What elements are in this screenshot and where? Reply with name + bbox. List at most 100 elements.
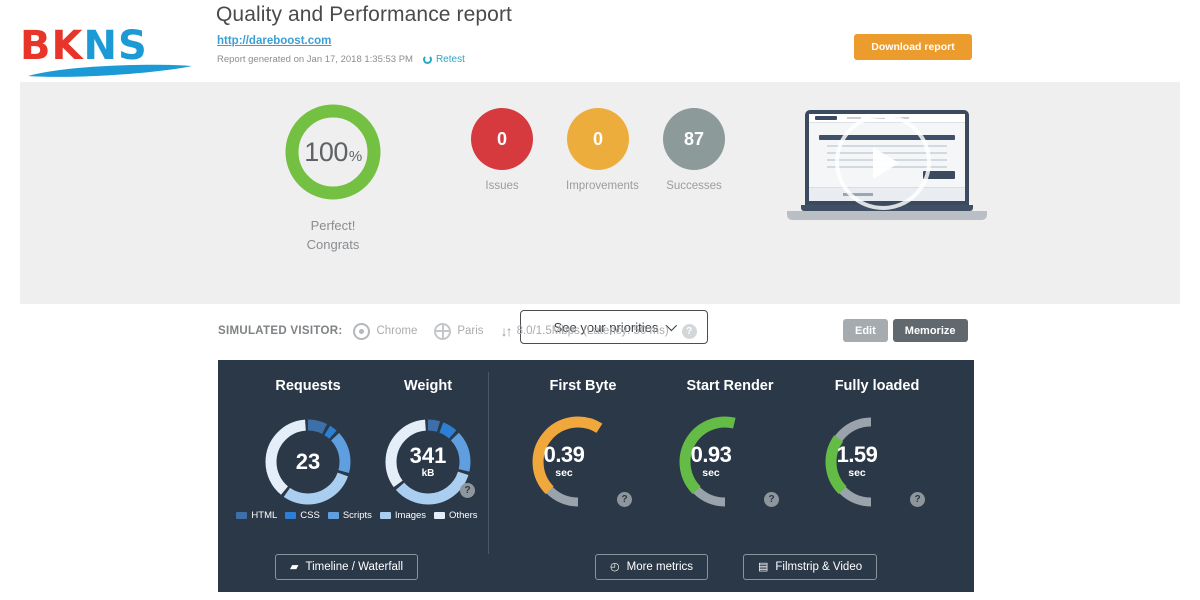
fully-loaded-number: 1.59 xyxy=(836,442,878,467)
chrome-icon xyxy=(353,322,371,340)
legend-item-scripts: Scripts xyxy=(327,510,372,521)
legend-label-css: CSS xyxy=(300,510,320,521)
start-render-number: 0.93 xyxy=(690,442,732,467)
legend-label-others: Others xyxy=(449,510,478,521)
fully-loaded-unit: sec xyxy=(848,467,866,479)
metrics-headers: Requests Weight First Byte Start Render … xyxy=(218,378,974,400)
more-metrics-button[interactable]: ◴ More metrics xyxy=(595,554,709,580)
stat-improvements[interactable]: 0 Improvements xyxy=(566,108,639,192)
legend-item-others: Others xyxy=(434,510,478,521)
fully-loaded-gauge: 1.59 sec ? xyxy=(820,410,932,514)
page-header: BKNS Quality and Performance report http… xyxy=(0,0,1200,80)
retest-label: Retest xyxy=(435,54,465,65)
filmstrip-video-button[interactable]: ▤ Filmstrip & Video xyxy=(743,554,878,580)
metric-header-first-byte: First Byte xyxy=(549,378,617,394)
legend-swatch-others xyxy=(434,512,446,519)
stat-successes[interactable]: 87 Successes xyxy=(662,108,726,192)
simulated-visitor-title: SIMULATED VISITOR: xyxy=(218,325,343,337)
score-caption-line2: Congrats xyxy=(306,237,360,252)
retest-button[interactable]: Retest xyxy=(422,54,465,65)
metric-first-byte: 0.39 sec ? xyxy=(523,410,643,514)
metric-start-render: 0.93 sec ? xyxy=(670,410,790,514)
report-page: BKNS Quality and Performance report http… xyxy=(0,0,1200,600)
first-byte-gauge: 0.39 sec ? xyxy=(527,410,639,514)
updown-arrows-icon: ↓↑ xyxy=(500,323,513,339)
visitor-actions: Edit Memorize xyxy=(843,319,968,342)
metric-requests: 23 xyxy=(256,415,360,509)
visitor-browser-label: Chrome xyxy=(376,325,418,337)
weight-help-icon[interactable]: ? xyxy=(460,483,475,498)
first-byte-number: 0.39 xyxy=(543,442,585,467)
brand-logo-text: BKNS xyxy=(20,26,200,66)
score-caption-line1: Perfect! xyxy=(310,218,356,233)
stat-successes-bubble: 87 xyxy=(663,108,725,170)
requests-donut-chart: 23 xyxy=(261,415,355,509)
start-render-gauge: 0.93 sec ? xyxy=(674,410,786,514)
play-icon[interactable] xyxy=(835,114,931,210)
weight-number: 341 xyxy=(409,443,447,468)
stat-issues[interactable]: 0 Issues xyxy=(470,108,534,192)
requests-weight-legend: HTML CSS Scripts Images Others xyxy=(232,510,482,521)
stat-circles: 0 Issues 0 Improvements 87 Successes xyxy=(470,108,726,192)
stat-improvements-label: Improvements xyxy=(566,180,639,192)
fully-loaded-value: 1.59 sec xyxy=(824,442,890,480)
global-score-number: 100 xyxy=(304,136,348,167)
stat-successes-label: Successes xyxy=(666,180,722,192)
page-title: Quality and Performance report xyxy=(216,3,512,26)
start-render-help-icon[interactable]: ? xyxy=(764,492,779,507)
metrics-panel: Requests Weight First Byte Start Render … xyxy=(218,360,974,600)
clock-icon: ◴ xyxy=(610,560,620,573)
timeline-waterfall-label: Timeline / Waterfall xyxy=(305,561,404,573)
first-byte-value: 0.39 sec xyxy=(531,442,597,480)
metric-header-fully-loaded: Fully loaded xyxy=(834,378,920,394)
legend-label-images: Images xyxy=(394,510,427,521)
first-byte-help-icon[interactable]: ? xyxy=(617,492,632,507)
metric-header-weight: Weight xyxy=(403,378,453,394)
legend-item-css: CSS xyxy=(285,510,320,521)
refresh-icon xyxy=(422,55,432,64)
stat-issues-label: Issues xyxy=(485,180,519,192)
film-icon: ▤ xyxy=(758,560,769,573)
global-score-donut: 100% xyxy=(281,100,385,204)
report-generated-text: Report generated on Jan 17, 2018 1:35:53… xyxy=(217,54,413,65)
video-preview[interactable] xyxy=(787,110,987,222)
global-score-unit: % xyxy=(348,147,362,165)
visitor-bandwidth-label: 8.0/1.5Mbps (Latency: 50 ms) xyxy=(516,325,669,337)
fully-loaded-help-icon[interactable]: ? xyxy=(910,492,925,507)
brand-swoosh-icon xyxy=(26,63,194,79)
stat-improvements-bubble: 0 xyxy=(567,108,629,170)
weight-unit: kB xyxy=(421,468,435,479)
metric-header-requests: Requests xyxy=(275,378,341,394)
timeline-waterfall-button[interactable]: ▰ Timeline / Waterfall xyxy=(275,554,419,580)
legend-swatch-html xyxy=(236,512,248,519)
page-footer-strip xyxy=(0,592,1200,600)
globe-icon xyxy=(434,322,452,340)
more-metrics-label: More metrics xyxy=(626,561,694,573)
legend-swatch-images xyxy=(379,512,391,519)
legend-swatch-scripts xyxy=(327,512,339,519)
site-url-link[interactable]: http://dareboost.com xyxy=(217,35,331,47)
download-report-button[interactable]: Download report xyxy=(854,34,972,60)
memorize-button[interactable]: Memorize xyxy=(892,319,968,342)
requests-value: 23 xyxy=(261,415,355,509)
play-triangle xyxy=(873,147,899,179)
metric-weight: 341 kB ? xyxy=(376,415,480,509)
requests-number: 23 xyxy=(295,449,321,474)
brand-logo[interactable]: BKNS xyxy=(20,26,200,78)
filmstrip-video-label: Filmstrip & Video xyxy=(775,561,863,573)
stat-issues-bubble: 0 xyxy=(471,108,533,170)
help-icon[interactable]: ? xyxy=(681,323,697,339)
simulated-visitor-bar: SIMULATED VISITOR: Chrome Paris ↓↑ 8.0/1… xyxy=(218,318,697,344)
first-byte-unit: sec xyxy=(555,467,573,479)
summary-band: 100% Perfect! Congrats 0 Issues 0 Improv… xyxy=(20,82,1180,344)
legend-label-html: HTML xyxy=(251,510,278,521)
edit-button[interactable]: Edit xyxy=(843,319,888,342)
legend-label-scripts: Scripts xyxy=(342,510,372,521)
visitor-bandwidth: ↓↑ 8.0/1.5Mbps (Latency: 50 ms) xyxy=(501,323,669,339)
laptop-foot xyxy=(787,211,987,220)
mock-logo-icon xyxy=(815,116,837,120)
global-score-caption: Perfect! Congrats xyxy=(258,216,408,254)
visitor-location-label: Paris xyxy=(457,325,484,337)
metric-fully-loaded: 1.59 sec ? xyxy=(816,410,936,514)
start-render-unit: sec xyxy=(702,467,720,479)
